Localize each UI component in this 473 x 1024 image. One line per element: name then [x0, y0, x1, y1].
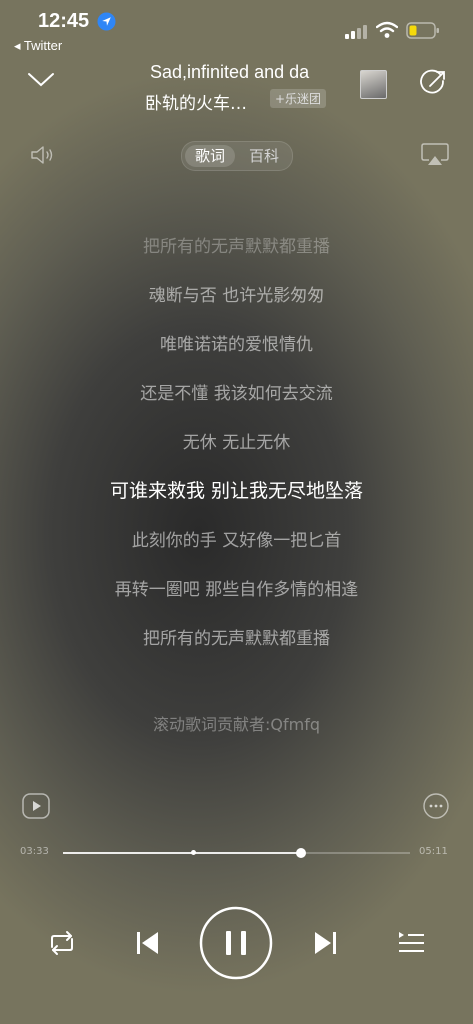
buffer-marker [191, 850, 197, 855]
play-video-icon[interactable] [22, 793, 50, 819]
repeat-icon[interactable] [46, 929, 78, 957]
lyric-line[interactable]: 把所有的无声默默都重播 [0, 624, 473, 649]
lyric-line[interactable]: 无休 无止无休 [0, 428, 473, 453]
artist-name[interactable]: 卧轨的火车… [145, 89, 247, 114]
chevron-down-icon[interactable] [26, 70, 56, 90]
song-title: Sad,infinited and da [150, 62, 310, 82]
lyric-line[interactable]: 把所有的无声默默都重播 [0, 232, 473, 257]
lyric-line[interactable]: 再转一圈吧 那些自作多情的相逢 [0, 575, 473, 600]
tab-lyrics[interactable]: 歌词 [185, 145, 235, 167]
next-icon[interactable] [311, 929, 339, 957]
lyric-line[interactable]: 还是不懂 我该如何去交流 [0, 379, 473, 404]
pause-icon [199, 906, 273, 980]
share-icon[interactable] [418, 68, 448, 98]
progress-knob[interactable] [295, 848, 306, 858]
current-time: 03:33 [20, 846, 49, 857]
avatar[interactable] [360, 70, 387, 99]
previous-icon[interactable] [134, 929, 162, 957]
lyric-line[interactable]: 此刻你的手 又好像一把匕首 [0, 526, 473, 551]
lyric-line[interactable]: 唯唯诺诺的爱恨情仇 [0, 330, 473, 355]
more-icon[interactable] [423, 793, 449, 819]
total-time: 05:11 [419, 846, 448, 857]
wifi-icon [376, 21, 398, 39]
speaker-icon[interactable] [30, 145, 56, 165]
status-time: 12:45 [38, 10, 90, 32]
airplay-icon[interactable] [421, 143, 449, 167]
lyrics-wiki-tabs: 歌词 百科 [181, 141, 293, 171]
lyric-line[interactable]: 魂断与否 也许光影匆匆 [0, 281, 473, 306]
progress-slider[interactable] [63, 848, 410, 858]
pause-button[interactable] [199, 906, 273, 980]
location-arrow-icon [97, 12, 116, 31]
tab-wiki[interactable]: 百科 [239, 145, 289, 167]
progress-fill [63, 852, 301, 854]
back-to-app-link[interactable]: ◂ Twitter [14, 38, 62, 54]
battery-icon [406, 22, 440, 39]
playlist-icon[interactable] [397, 929, 427, 957]
join-fan-club-button[interactable]: +乐迷团 [270, 89, 327, 108]
current-lyric-line[interactable]: 可谁来救我 别让我无尽地坠落 [0, 476, 473, 503]
lyrics-contributor: 滚动歌词贡献者:Qfmfq [153, 715, 320, 734]
signal-icon [344, 24, 370, 40]
